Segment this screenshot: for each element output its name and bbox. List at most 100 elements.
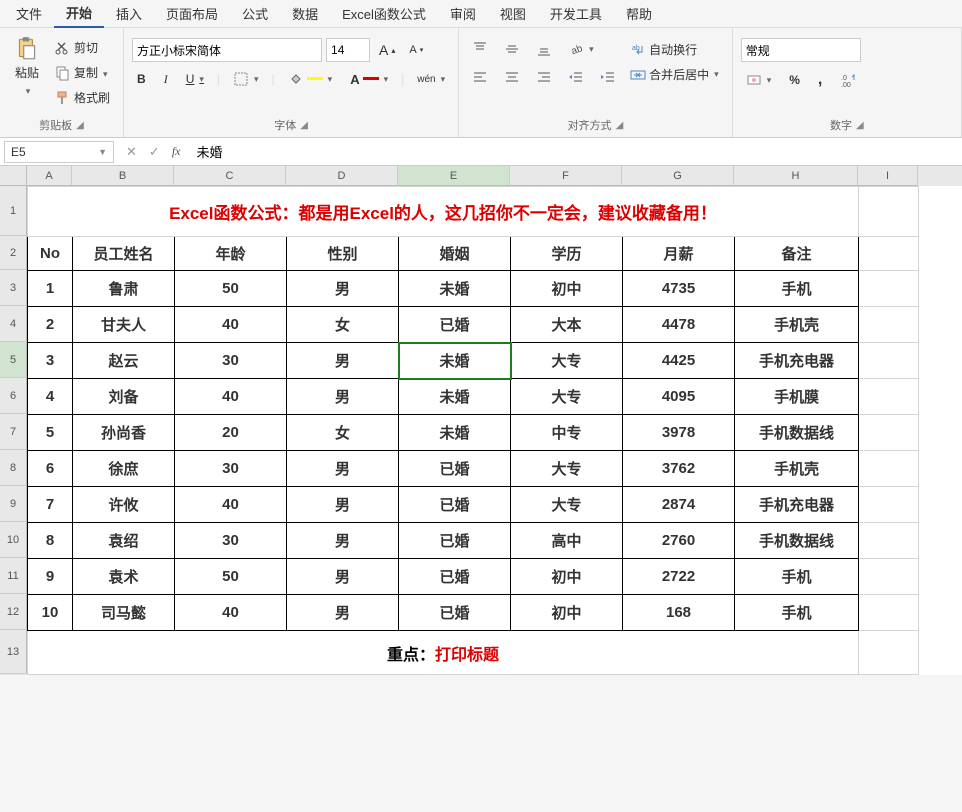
formula-input[interactable] xyxy=(188,141,962,163)
data-cell[interactable]: 未婚 xyxy=(399,271,511,307)
bold-button[interactable]: B xyxy=(132,69,151,89)
col-header-G[interactable]: G xyxy=(622,166,734,186)
data-cell[interactable]: 3762 xyxy=(623,451,735,487)
data-cell[interactable]: 大专 xyxy=(511,379,623,415)
spreadsheet-grid[interactable]: ABCDEFGHI 12345678910111213 Excel函数公式：都是… xyxy=(0,166,962,675)
data-cell[interactable]: 男 xyxy=(287,379,399,415)
font-family-select[interactable] xyxy=(132,38,322,62)
data-cell[interactable]: 刘备 xyxy=(73,379,175,415)
confirm-formula-button[interactable]: ✓ xyxy=(149,144,160,160)
currency-button[interactable] xyxy=(741,69,777,91)
cut-button[interactable]: 剪切 xyxy=(50,36,115,59)
header-cell[interactable]: 学历 xyxy=(511,237,623,271)
header-cell[interactable]: 年龄 xyxy=(175,237,287,271)
orientation-button[interactable]: ab xyxy=(563,38,599,60)
data-cell[interactable]: 初中 xyxy=(511,271,623,307)
row-header-5[interactable]: 5 xyxy=(0,342,27,378)
data-cell[interactable]: 赵云 xyxy=(73,343,175,379)
data-cell[interactable]: 大专 xyxy=(511,343,623,379)
menu-tab-10[interactable]: 帮助 xyxy=(614,0,664,27)
menu-tab-0[interactable]: 文件 xyxy=(4,0,54,27)
align-right-button[interactable] xyxy=(531,66,557,88)
data-cell[interactable]: 30 xyxy=(175,343,287,379)
data-cell[interactable]: 男 xyxy=(287,523,399,559)
data-cell[interactable]: 未婚 xyxy=(399,379,511,415)
cell-I11[interactable] xyxy=(859,559,919,595)
data-cell[interactable]: 男 xyxy=(287,451,399,487)
phonetic-button[interactable]: wén xyxy=(412,71,450,88)
underline-button[interactable]: U xyxy=(181,69,209,89)
cell-I10[interactable] xyxy=(859,523,919,559)
data-cell[interactable]: 50 xyxy=(175,559,287,595)
data-cell[interactable]: 手机 xyxy=(735,595,859,631)
col-header-H[interactable]: H xyxy=(734,166,858,186)
border-button[interactable] xyxy=(228,68,264,90)
dialog-launcher-icon[interactable]: ◢ xyxy=(76,120,84,131)
name-box[interactable]: E5 ▼ xyxy=(4,141,114,163)
align-middle-button[interactable] xyxy=(499,38,525,60)
header-cell[interactable]: No xyxy=(28,237,73,271)
data-cell[interactable]: 30 xyxy=(175,523,287,559)
data-cell[interactable]: 2 xyxy=(28,307,73,343)
data-cell[interactable]: 手机充电器 xyxy=(735,487,859,523)
data-cell[interactable]: 4478 xyxy=(623,307,735,343)
data-cell[interactable]: 2722 xyxy=(623,559,735,595)
data-cell[interactable]: 已婚 xyxy=(399,523,511,559)
dialog-launcher-icon[interactable]: ◢ xyxy=(300,120,308,131)
merge-center-button[interactable]: 合并后居中 xyxy=(625,63,724,86)
menu-tab-9[interactable]: 开发工具 xyxy=(538,0,614,27)
comma-button[interactable]: , xyxy=(813,68,827,92)
header-cell[interactable]: 婚姻 xyxy=(399,237,511,271)
increase-decimal-button[interactable]: .0.00 xyxy=(835,69,861,91)
font-size-input[interactable] xyxy=(326,38,370,62)
data-cell[interactable]: 司马懿 xyxy=(73,595,175,631)
cell-I3[interactable] xyxy=(859,271,919,307)
align-center-button[interactable] xyxy=(499,66,525,88)
data-cell[interactable]: 4425 xyxy=(623,343,735,379)
row-header-11[interactable]: 11 xyxy=(0,558,27,594)
data-cell[interactable]: 已婚 xyxy=(399,559,511,595)
dialog-launcher-icon[interactable]: ◢ xyxy=(856,120,864,131)
data-cell[interactable]: 鲁肃 xyxy=(73,271,175,307)
cell-I6[interactable] xyxy=(859,379,919,415)
col-header-A[interactable]: A xyxy=(27,166,72,186)
fx-icon[interactable]: fx xyxy=(172,144,181,159)
header-cell[interactable]: 月薪 xyxy=(623,237,735,271)
data-cell[interactable]: 已婚 xyxy=(399,595,511,631)
data-cell[interactable]: 2874 xyxy=(623,487,735,523)
data-cell[interactable]: 5 xyxy=(28,415,73,451)
align-top-button[interactable] xyxy=(467,38,493,60)
data-cell[interactable]: 8 xyxy=(28,523,73,559)
menu-tab-5[interactable]: 数据 xyxy=(280,0,330,27)
data-cell[interactable]: 已婚 xyxy=(399,487,511,523)
data-cell[interactable]: 20 xyxy=(175,415,287,451)
data-cell[interactable]: 男 xyxy=(287,487,399,523)
data-cell[interactable]: 女 xyxy=(287,307,399,343)
percent-button[interactable]: % xyxy=(784,70,805,90)
menu-tab-7[interactable]: 审阅 xyxy=(438,0,488,27)
menu-tab-2[interactable]: 插入 xyxy=(104,0,154,27)
row-header-9[interactable]: 9 xyxy=(0,486,27,522)
copy-button[interactable]: 复制 xyxy=(50,61,115,84)
row-header-10[interactable]: 10 xyxy=(0,522,27,558)
format-painter-button[interactable]: 格式刷 xyxy=(50,86,115,109)
cell-I1[interactable] xyxy=(859,187,919,237)
number-format-select[interactable] xyxy=(741,38,861,62)
header-cell[interactable]: 性别 xyxy=(287,237,399,271)
decrease-indent-button[interactable] xyxy=(563,66,589,88)
data-cell[interactable]: 手机膜 xyxy=(735,379,859,415)
data-cell[interactable]: 已婚 xyxy=(399,307,511,343)
data-cell[interactable]: 168 xyxy=(623,595,735,631)
row-header-4[interactable]: 4 xyxy=(0,306,27,342)
increase-font-button[interactable]: A▴ xyxy=(374,39,400,61)
data-cell[interactable]: 徐庶 xyxy=(73,451,175,487)
cell-I5[interactable] xyxy=(859,343,919,379)
paste-button[interactable]: 粘贴 xyxy=(8,32,46,101)
wrap-text-button[interactable]: ab 自动换行 xyxy=(625,38,724,61)
data-cell[interactable]: 未婚 xyxy=(399,343,511,379)
data-cell[interactable]: 已婚 xyxy=(399,451,511,487)
cell-I2[interactable] xyxy=(859,237,919,271)
data-cell[interactable]: 初中 xyxy=(511,595,623,631)
data-cell[interactable]: 50 xyxy=(175,271,287,307)
data-cell[interactable]: 30 xyxy=(175,451,287,487)
